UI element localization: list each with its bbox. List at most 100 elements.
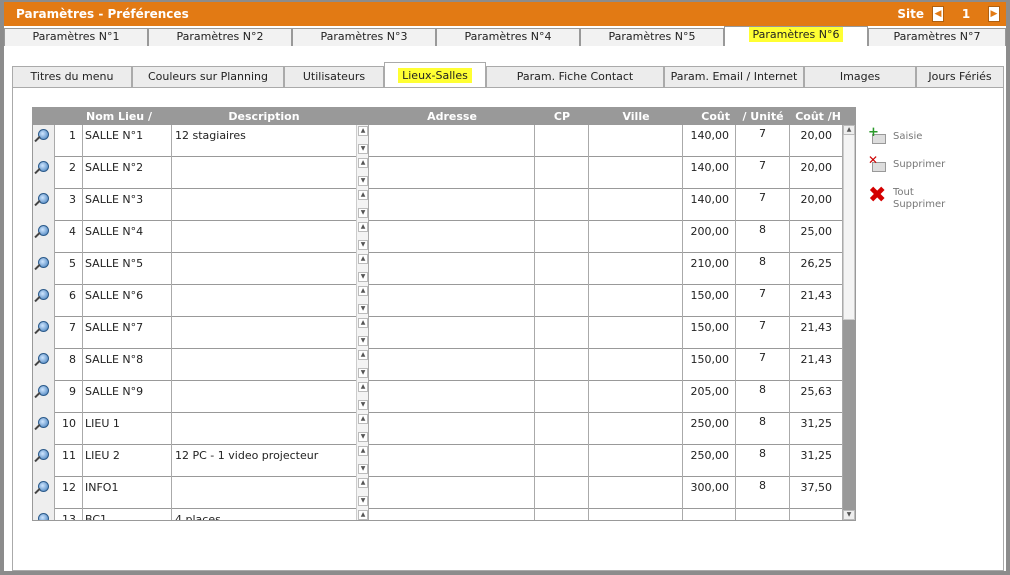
address-cell[interactable] xyxy=(369,157,535,189)
sub-tab-5[interactable]: Param. Fiche Contact xyxy=(486,66,664,88)
description-scroll-up[interactable]: ▲ xyxy=(358,350,368,360)
postal-code-cell[interactable] xyxy=(535,381,589,413)
row-edit-button[interactable] xyxy=(33,157,55,189)
sub-tab-1[interactable]: Titres du menu xyxy=(12,66,132,88)
room-name-cell[interactable]: SALLE N°5 xyxy=(83,253,172,285)
top-tab-6[interactable]: Paramètres N°6 xyxy=(724,26,868,46)
description-cell[interactable] xyxy=(172,413,369,445)
address-cell[interactable] xyxy=(369,221,535,253)
row-edit-button[interactable] xyxy=(33,317,55,349)
description-scrollbar[interactable]: ▲▼ xyxy=(356,509,369,520)
description-scrollbar[interactable]: ▲▼ xyxy=(356,253,369,285)
city-cell[interactable] xyxy=(589,349,683,381)
row-edit-button[interactable] xyxy=(33,125,55,157)
city-cell[interactable] xyxy=(589,157,683,189)
grid-scrollbar-thumb[interactable] xyxy=(843,125,855,320)
row-edit-button[interactable] xyxy=(33,445,55,477)
col-header-ville[interactable]: Ville xyxy=(589,110,683,123)
unit-cell[interactable]: 7 xyxy=(736,349,790,381)
description-scroll-up[interactable]: ▲ xyxy=(358,190,368,200)
top-tab-7[interactable]: Paramètres N°7 xyxy=(868,28,1006,46)
description-scrollbar[interactable]: ▲▼ xyxy=(356,125,369,157)
description-scrollbar[interactable]: ▲▼ xyxy=(356,157,369,189)
description-scrollbar[interactable]: ▲▼ xyxy=(356,221,369,253)
row-edit-button[interactable] xyxy=(33,381,55,413)
site-next-button[interactable]: ▶ xyxy=(988,6,1000,22)
description-scrollbar[interactable]: ▲▼ xyxy=(356,285,369,317)
description-scrollbar[interactable]: ▲▼ xyxy=(356,349,369,381)
city-cell[interactable] xyxy=(589,477,683,509)
cost-per-hour-cell[interactable]: 21,43 xyxy=(790,317,843,349)
supprimer-button[interactable]: ✕ Supprimer xyxy=(868,154,988,184)
description-cell[interactable]: 12 PC - 1 video projecteur xyxy=(172,445,369,477)
cost-cell[interactable]: 150,00 xyxy=(683,349,736,381)
description-scroll-down[interactable]: ▼ xyxy=(358,464,368,474)
room-name-cell[interactable]: SALLE N°6 xyxy=(83,285,172,317)
row-edit-button[interactable] xyxy=(33,189,55,221)
description-scroll-up[interactable]: ▲ xyxy=(358,254,368,264)
postal-code-cell[interactable] xyxy=(535,509,589,520)
top-tab-5[interactable]: Paramètres N°5 xyxy=(580,28,724,46)
address-cell[interactable] xyxy=(369,445,535,477)
sub-tab-6[interactable]: Param. Email / Internet xyxy=(664,66,804,88)
description-scroll-down[interactable]: ▼ xyxy=(358,208,368,218)
unit-cell[interactable]: 8 xyxy=(736,413,790,445)
unit-cell[interactable]: 8 xyxy=(736,477,790,509)
room-name-cell[interactable]: LIEU 1 xyxy=(83,413,172,445)
description-cell[interactable] xyxy=(172,381,369,413)
cost-cell[interactable]: 250,00 xyxy=(683,413,736,445)
sub-tab-2[interactable]: Couleurs sur Planning xyxy=(132,66,284,88)
description-cell[interactable] xyxy=(172,349,369,381)
postal-code-cell[interactable] xyxy=(535,253,589,285)
room-name-cell[interactable]: SALLE N°8 xyxy=(83,349,172,381)
description-scrollbar[interactable]: ▲▼ xyxy=(356,477,369,509)
cost-cell[interactable]: 150,00 xyxy=(683,285,736,317)
table-row[interactable]: 1 SALLE N°1 12 stagiaires ▲ ▼ 140,00 7 20,00 xyxy=(33,125,843,157)
col-header-cout[interactable]: Coût xyxy=(683,110,736,123)
top-tab-4[interactable]: Paramètres N°4 xyxy=(436,28,580,46)
col-header-cout-h[interactable]: Coût /H xyxy=(790,110,843,123)
row-edit-button[interactable] xyxy=(33,413,55,445)
description-cell[interactable] xyxy=(172,189,369,221)
col-header-unite[interactable]: / Unité xyxy=(736,110,790,123)
table-row[interactable]: 10 LIEU 1 ▲ ▼ 250,00 8 31,25 xyxy=(33,413,843,445)
address-cell[interactable] xyxy=(369,189,535,221)
room-name-cell[interactable]: INFO1 xyxy=(83,477,172,509)
description-scroll-up[interactable]: ▲ xyxy=(358,158,368,168)
description-cell[interactable] xyxy=(172,317,369,349)
description-scroll-down[interactable]: ▼ xyxy=(358,240,368,250)
description-cell[interactable] xyxy=(172,477,369,509)
unit-cell[interactable]: 7 xyxy=(736,125,790,157)
unit-cell[interactable]: 7 xyxy=(736,189,790,221)
cost-per-hour-cell[interactable]: 26,25 xyxy=(790,253,843,285)
description-scroll-up[interactable]: ▲ xyxy=(358,286,368,296)
room-name-cell[interactable]: SALLE N°3 xyxy=(83,189,172,221)
table-row[interactable]: 2 SALLE N°2 ▲ ▼ 140,00 7 20,00 xyxy=(33,157,843,189)
room-name-cell[interactable]: SALLE N°7 xyxy=(83,317,172,349)
description-scroll-down[interactable]: ▼ xyxy=(358,304,368,314)
address-cell[interactable] xyxy=(369,125,535,157)
description-scroll-up[interactable]: ▲ xyxy=(358,478,368,488)
cost-per-hour-cell[interactable]: 20,00 xyxy=(790,157,843,189)
postal-code-cell[interactable] xyxy=(535,189,589,221)
city-cell[interactable] xyxy=(589,509,683,520)
sub-tab-3[interactable]: Utilisateurs xyxy=(284,66,384,88)
address-cell[interactable] xyxy=(369,317,535,349)
description-scroll-up[interactable]: ▲ xyxy=(358,414,368,424)
description-scrollbar[interactable]: ▲▼ xyxy=(356,381,369,413)
row-edit-button[interactable] xyxy=(33,253,55,285)
city-cell[interactable] xyxy=(589,317,683,349)
cost-per-hour-cell[interactable] xyxy=(790,509,843,520)
city-cell[interactable] xyxy=(589,125,683,157)
unit-cell[interactable]: 8 xyxy=(736,381,790,413)
description-cell[interactable] xyxy=(172,221,369,253)
city-cell[interactable] xyxy=(589,253,683,285)
table-row[interactable]: 4 SALLE N°4 ▲ ▼ 200,00 8 25,00 xyxy=(33,221,843,253)
postal-code-cell[interactable] xyxy=(535,317,589,349)
address-cell[interactable] xyxy=(369,413,535,445)
description-scrollbar[interactable]: ▲▼ xyxy=(356,445,369,477)
description-cell[interactable]: 4 places xyxy=(172,509,369,520)
table-row[interactable]: 11 LIEU 2 12 PC - 1 video projecteur ▲ ▼ 250,… xyxy=(33,445,843,477)
unit-cell[interactable] xyxy=(736,509,790,520)
sub-tab-7[interactable]: Images xyxy=(804,66,916,88)
